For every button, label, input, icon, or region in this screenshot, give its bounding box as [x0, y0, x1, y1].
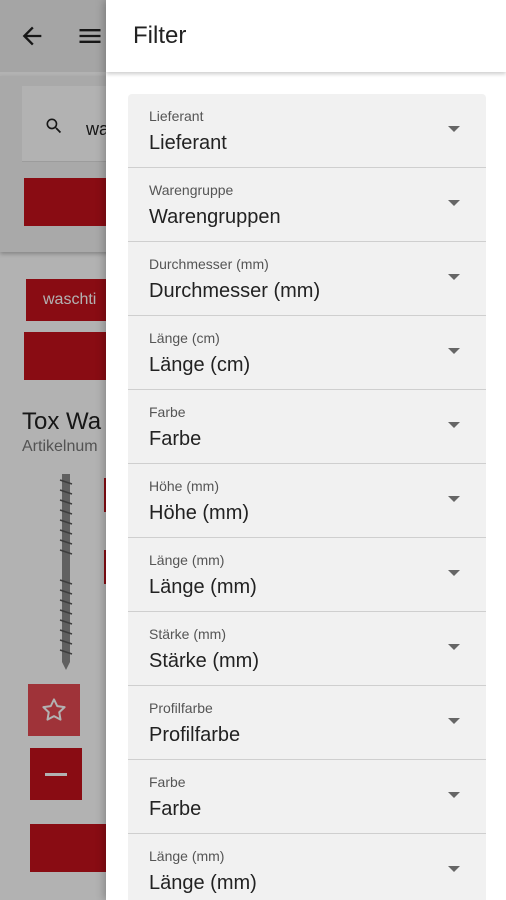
filter-value: Durchmesser (mm)	[149, 280, 321, 302]
dropdown-arrow-icon	[448, 792, 460, 798]
filter-select-durchmesser[interactable]: Durchmesser (mm) Durchmesser (mm)	[128, 242, 486, 316]
dropdown-arrow-icon	[448, 570, 460, 576]
filter-label: Stärke (mm)	[149, 626, 226, 642]
dropdown-arrow-icon	[448, 422, 460, 428]
dropdown-arrow-icon	[448, 126, 460, 132]
filter-value: Warengruppen	[149, 206, 281, 228]
filter-value: Stärke (mm)	[149, 650, 259, 672]
filter-label: Profilfarbe	[149, 700, 213, 716]
filter-label: Höhe (mm)	[149, 478, 220, 494]
drawer-header: Filter	[106, 0, 506, 72]
filter-label: Warengruppe	[149, 182, 234, 198]
filter-value: Farbe	[149, 798, 202, 820]
filter-select-laenge-mm-2[interactable]: Länge (mm) Länge (mm)	[128, 834, 486, 900]
filter-label: Länge (cm)	[149, 330, 220, 346]
drawer-title: Filter	[133, 22, 187, 49]
filter-label: Durchmesser (mm)	[149, 256, 269, 272]
dropdown-arrow-icon	[448, 348, 460, 354]
filter-list: Lieferant Lieferant Warengruppe Warengru…	[128, 94, 486, 900]
filter-label: Länge (mm)	[149, 552, 225, 568]
filter-select-staerke[interactable]: Stärke (mm) Stärke (mm)	[128, 612, 486, 686]
filter-select-warengruppe[interactable]: Warengruppe Warengruppen	[128, 168, 486, 242]
filter-select-farbe[interactable]: Farbe Farbe	[128, 390, 486, 464]
filter-select-hoehe[interactable]: Höhe (mm) Höhe (mm)	[128, 464, 486, 538]
dropdown-arrow-icon	[448, 274, 460, 280]
filter-value: Länge (mm)	[149, 872, 257, 894]
filter-value: Profilfarbe	[149, 724, 241, 746]
filter-select-laenge-cm[interactable]: Länge (cm) Länge (cm)	[128, 316, 486, 390]
filter-label: Länge (mm)	[149, 848, 225, 864]
filter-select-farbe-2[interactable]: Farbe Farbe	[128, 760, 486, 834]
filter-value: Farbe	[149, 428, 202, 450]
filter-drawer: Filter Lieferant Lieferant Warengruppe W…	[106, 0, 506, 900]
dropdown-arrow-icon	[448, 644, 460, 650]
filter-select-laenge-mm[interactable]: Länge (mm) Länge (mm)	[128, 538, 486, 612]
filter-label: Lieferant	[149, 108, 204, 124]
filter-select-lieferant[interactable]: Lieferant Lieferant	[128, 94, 486, 168]
dropdown-arrow-icon	[448, 496, 460, 502]
filter-label: Farbe	[149, 404, 186, 420]
filter-label: Farbe	[149, 774, 186, 790]
filter-value: Länge (mm)	[149, 576, 257, 598]
filter-value: Länge (cm)	[149, 354, 251, 376]
dropdown-arrow-icon	[448, 866, 460, 872]
dropdown-arrow-icon	[448, 718, 460, 724]
filter-select-profilfarbe[interactable]: Profilfarbe Profilfarbe	[128, 686, 486, 760]
dropdown-arrow-icon	[448, 200, 460, 206]
filter-value: Lieferant	[149, 132, 227, 154]
filter-value: Höhe (mm)	[149, 502, 250, 524]
